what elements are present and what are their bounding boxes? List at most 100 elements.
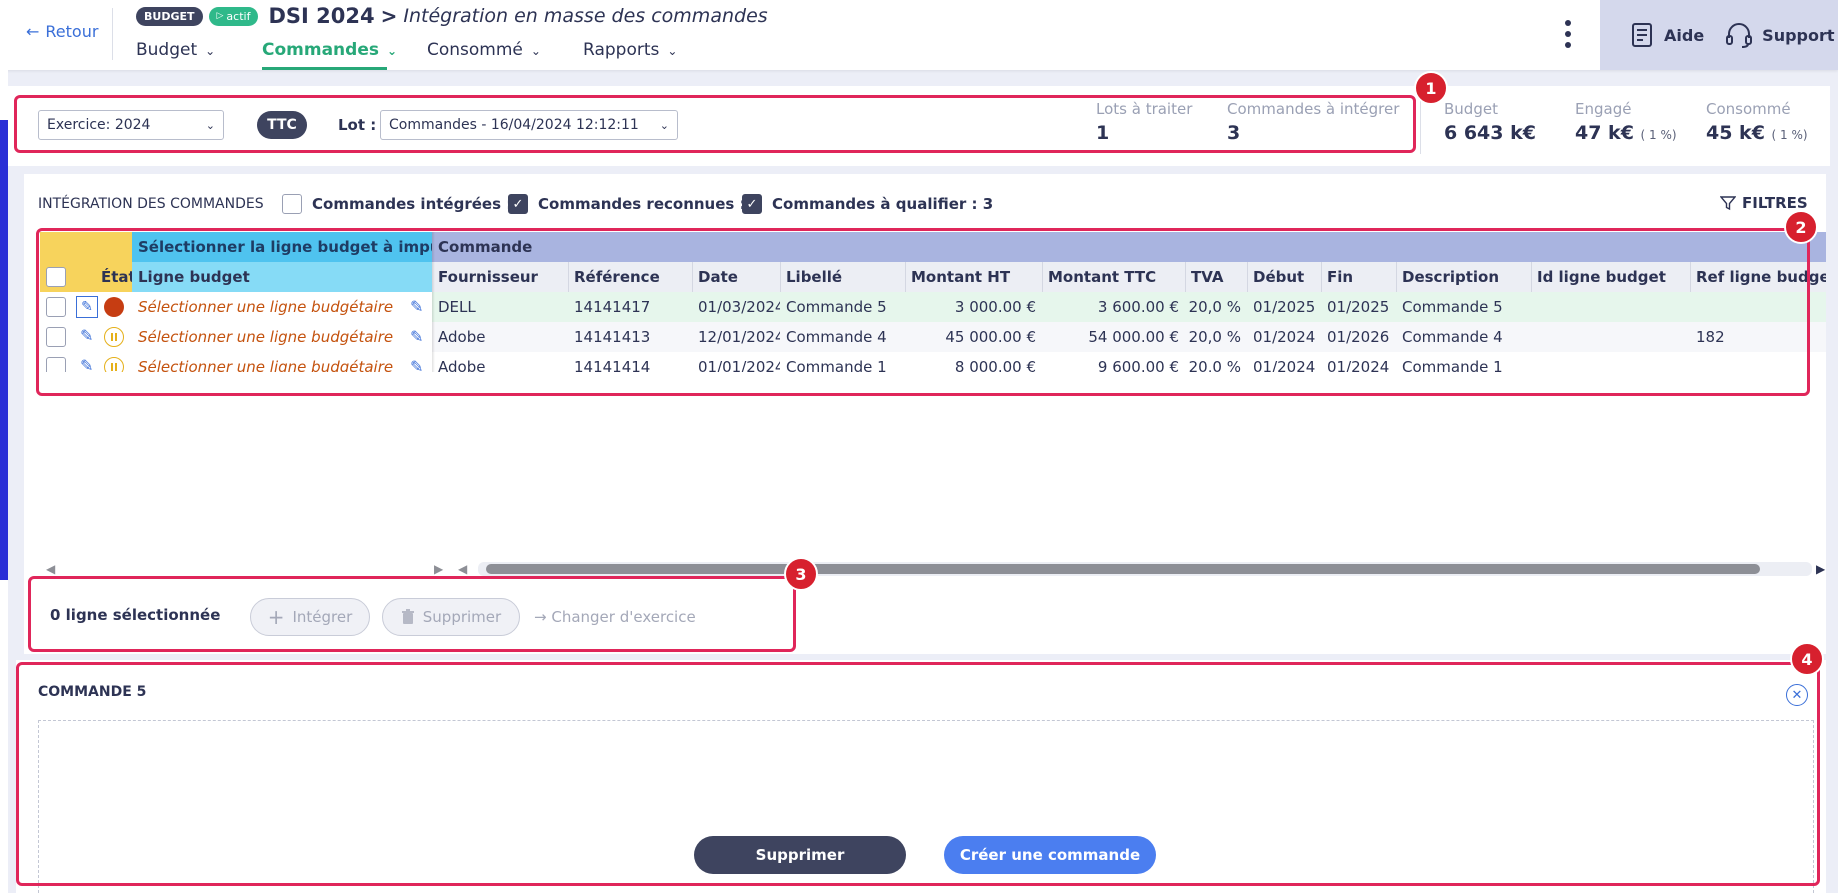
cell-montant-ttc: 3 600.00 € (1097, 298, 1179, 316)
col-montant-ht[interactable]: Montant HT (905, 262, 1042, 292)
status-badge: ▷ actif (208, 6, 259, 26)
kpi-budget-value: 6 643 k€ (1444, 122, 1536, 144)
help-area: Aide Support (1600, 0, 1838, 70)
col-description[interactable]: Description (1396, 262, 1531, 292)
row-checkbox[interactable] (46, 327, 66, 351)
nav-tab-consomme[interactable]: Consommé ⌄ (427, 40, 547, 70)
kpi-lots: Lots à traiter 1 (1096, 100, 1192, 144)
status-badge-label: actif (226, 9, 251, 23)
edit-pencil-icon[interactable]: ✎ (410, 297, 423, 316)
select-all-checkbox[interactable] (46, 267, 66, 287)
supprimer-button[interactable]: Supprimer (694, 836, 906, 874)
nav-tab-label: Rapports (583, 40, 660, 60)
scroll-left-icon[interactable]: ◀ (46, 562, 55, 576)
exercice-value: Exercice: 2024 (47, 117, 151, 133)
col-divider (568, 262, 569, 292)
kpi-engage-label: Engagé (1575, 100, 1632, 118)
orders-grid: Sélectionner la ligne budget à imputer C… (40, 232, 1826, 372)
col-montant-ttc[interactable]: Montant TTC (1042, 262, 1185, 292)
select-budget-line-link[interactable]: Sélectionner une ligne budgétaire (132, 292, 402, 322)
cell-montant-ht: 3 000.00 € (954, 298, 1036, 316)
checkbox-reconnues[interactable]: ✓ (508, 194, 528, 214)
cell-debut: 01/2024 (1253, 358, 1316, 372)
filter-integrees[interactable]: Commandes intégrées : 0 (282, 194, 528, 214)
status-pause-icon (104, 327, 124, 347)
supprimer-selection-label: Supprimer (422, 608, 502, 626)
filter-bar: Exercice: 2024 ⌄ TTC Lot : Commandes - 1… (8, 86, 1830, 166)
col-id-ligne[interactable]: Id ligne budget (1531, 262, 1690, 292)
edit-pencil-icon[interactable]: ✎ (410, 327, 423, 346)
help-label: Aide (1664, 25, 1705, 45)
chevron-down-icon: ⌄ (205, 118, 215, 132)
chevron-down-icon: ⌄ (667, 44, 678, 58)
filter-qualifier[interactable]: ✓ Commandes à qualifier : 3 (742, 194, 993, 214)
cell-montant-ht: 45 000.00 € (945, 328, 1036, 346)
annotation-number-4: 4 (1790, 642, 1824, 676)
supprimer-selection-button[interactable]: Supprimer (382, 598, 520, 636)
col-etat[interactable]: État (98, 262, 132, 292)
filter-reconnues[interactable]: ✓ Commandes reconnues : 0 (508, 194, 761, 214)
more-menu-icon[interactable] (1558, 14, 1578, 54)
col-debut[interactable]: Début (1247, 262, 1321, 292)
col-reference[interactable]: Référence (568, 262, 692, 292)
ttc-toggle[interactable]: TTC (257, 111, 307, 139)
filters-button[interactable]: FILTRES (1720, 194, 1808, 212)
nav-tab-commandes[interactable]: Commandes ⌄ (262, 40, 397, 70)
exercice-select[interactable]: Exercice: 2024 ⌄ (38, 110, 224, 140)
row-checkbox[interactable] (46, 357, 66, 372)
col-divider (1185, 262, 1186, 292)
support-button[interactable]: Support (1724, 21, 1835, 49)
lot-select[interactable]: Commandes - 16/04/2024 12:12:11 ⌄ (380, 110, 678, 140)
help-button[interactable]: Aide (1628, 21, 1704, 49)
col-fournisseur[interactable]: Fournisseur (432, 262, 568, 292)
annotation-number-2: 2 (1784, 210, 1818, 244)
col-ligne-budget[interactable]: Ligne budget (132, 262, 432, 292)
changer-exercice-link[interactable]: → Changer d'exercice (534, 608, 696, 626)
col-fin[interactable]: Fin (1321, 262, 1396, 292)
annotation-number-1: 1 (1414, 71, 1448, 105)
col-tva[interactable]: TVA (1185, 262, 1247, 292)
checkbox-integrees[interactable] (282, 194, 302, 214)
scroll-left-icon[interactable]: ◀ (458, 562, 467, 576)
nav-tab-rapports[interactable]: Rapports ⌄ (583, 40, 693, 70)
cell-fin: 01/2025 (1327, 298, 1390, 316)
edit-pencil-icon[interactable]: ✎ (76, 296, 98, 318)
col-ref-ligne[interactable]: Ref ligne budge (1690, 262, 1826, 292)
select-budget-line-link[interactable]: Sélectionner une ligne budgétaire (132, 322, 402, 352)
col-libelle[interactable]: Libellé (780, 262, 905, 292)
cell-fournisseur: Adobe (438, 358, 486, 372)
conso-pct: ( 1 %) (1771, 128, 1808, 142)
edit-pencil-icon[interactable]: ✎ (80, 326, 93, 345)
select-budget-line-link[interactable]: Sélectionner une ligne budgétaire (132, 352, 402, 372)
cell-fournisseur: Adobe (438, 328, 486, 346)
row-checkbox[interactable] (46, 297, 66, 321)
back-link[interactable]: ← Retour (26, 22, 98, 41)
nav-tab-label: Budget (136, 40, 198, 60)
col-divider (780, 262, 781, 292)
headset-icon (1726, 23, 1753, 48)
filter-integrees-label: Commandes intégrées : 0 (312, 195, 528, 213)
close-icon[interactable]: ✕ (1786, 684, 1808, 706)
edit-pencil-icon[interactable]: ✎ (80, 356, 93, 372)
status-error-icon (104, 297, 124, 321)
edit-pencil-icon[interactable]: ✎ (410, 357, 423, 372)
integrer-button[interactable]: + Intégrer (250, 598, 370, 636)
kpi-budget-label: Budget (1444, 100, 1498, 118)
scroll-right-icon[interactable]: ▶ (434, 562, 443, 576)
chevron-down-icon: ⌄ (530, 44, 541, 58)
arrow-right-icon: → (534, 608, 547, 626)
cell-montant-ht: 8 000.00 € (954, 358, 1036, 372)
checkbox-qualifier[interactable]: ✓ (742, 194, 762, 214)
horizontal-scrollbar[interactable]: ◀ ▶ ◀ ▶ (40, 562, 1826, 576)
nav-tab-budget[interactable]: Budget ⌄ (136, 40, 226, 70)
chevron-down-icon: ⌄ (659, 118, 669, 132)
scroll-right-icon[interactable]: ▶ (1816, 562, 1825, 576)
cell-reference: 14141413 (574, 328, 651, 346)
plus-icon: + (267, 605, 285, 629)
scroll-thumb[interactable] (486, 564, 1760, 574)
col-divider (1690, 262, 1691, 292)
col-date[interactable]: Date (692, 262, 780, 292)
creer-commande-button[interactable]: Créer une commande (944, 836, 1156, 874)
cell-reference: 14141417 (574, 298, 651, 316)
order-detail-panel: COMMANDE 5 ✕ Supprimer Créer une command… (16, 660, 1826, 893)
